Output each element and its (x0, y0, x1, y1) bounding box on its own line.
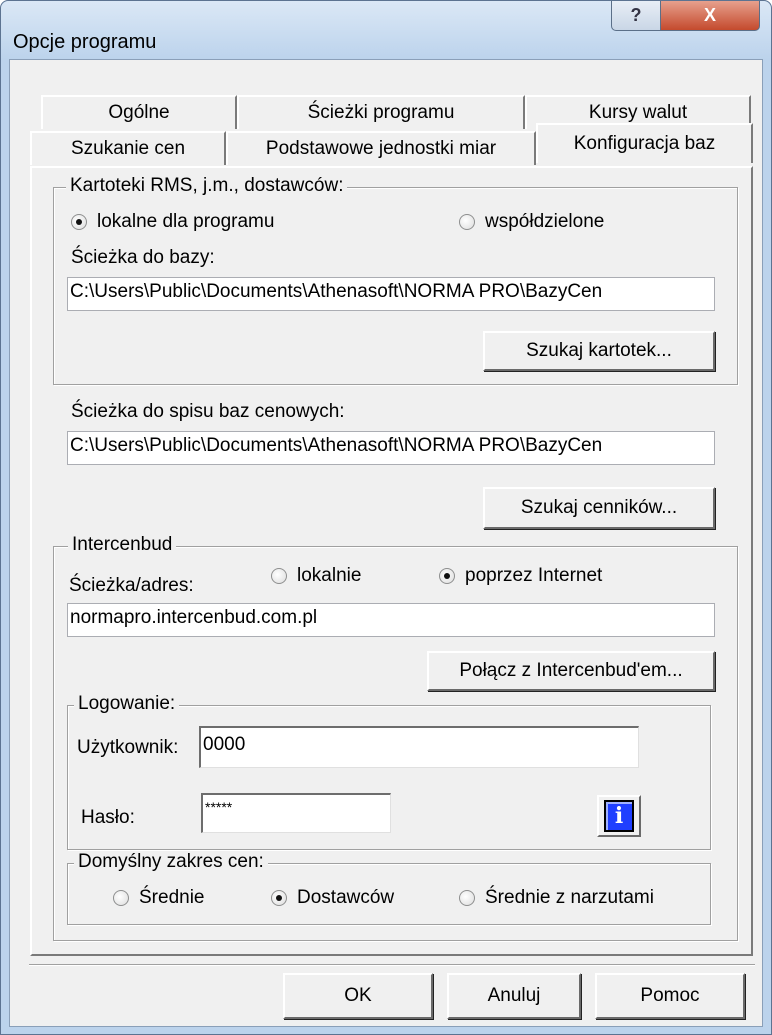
radio-dot (271, 890, 287, 906)
radio-label: Dostawców (297, 887, 395, 908)
intercenbud-legend: Intercenbud (68, 534, 177, 556)
spis-path-input[interactable]: C:\Users\Public\Documents\Athenasoft\NOR… (67, 431, 715, 465)
radio-dot (439, 568, 455, 584)
tab-label: Kursy walut (588, 102, 688, 123)
logowanie-legend: Logowanie: (74, 693, 180, 715)
kartoteki-legend: Kartoteki RMS, j.m., dostawców: (66, 175, 348, 197)
tab-szukanie-cen[interactable]: Szukanie cen (30, 131, 226, 165)
tab-label: Konfiguracja baz (573, 133, 716, 154)
radio-lokalne[interactable]: lokalne dla programu (71, 211, 274, 233)
radio-label: poprzez Internet (465, 565, 603, 586)
radio-wspoldzielone[interactable]: współdzielone (459, 211, 604, 233)
help-title-button[interactable]: ? (611, 1, 661, 31)
user-label: Użytkownik: (77, 737, 179, 758)
password-input[interactable]: ***** (201, 793, 391, 833)
close-icon: X (703, 5, 716, 25)
help-button[interactable]: Pomoc (595, 973, 745, 1019)
search-kartoteki-button[interactable]: Szukaj kartotek... (483, 331, 715, 371)
search-cenniki-button[interactable]: Szukaj cenników... (483, 487, 715, 529)
tab-label: Ścieżki programu (307, 102, 455, 123)
radio-label: lokalne dla programu (97, 211, 275, 232)
radio-label: współdzielone (485, 211, 605, 232)
radio-label: Średnie z narzutami (485, 887, 654, 908)
tab-sciezki-programu[interactable]: Ścieżki programu (237, 95, 525, 129)
kartoteki-path-input[interactable]: C:\Users\Public\Documents\Athenasoft\NOR… (67, 277, 715, 311)
spis-path-label: Ścieżka do spisu baz cenowych: (71, 401, 345, 422)
info-button[interactable]: i (597, 795, 641, 837)
cancel-button[interactable]: Anuluj (447, 973, 581, 1019)
radio-dot (71, 214, 87, 230)
ok-button[interactable]: OK (283, 973, 433, 1019)
tab-konfiguracja-baz[interactable]: Konfiguracja baz (536, 123, 753, 163)
connect-intercenbud-button[interactable]: Połącz z Intercenbud'em... (427, 651, 715, 691)
radio-dot (459, 214, 475, 230)
window-title: Opcje programu (13, 31, 157, 53)
tab-label: Ogólne (108, 102, 170, 123)
address-label: Ścieżka/adres: (69, 575, 194, 596)
zakres-legend: Domyślny zakres cen: (74, 851, 268, 873)
intercenbud-address-input[interactable]: normapro.intercenbud.com.pl (67, 603, 715, 637)
radio-poprzez-internet[interactable]: poprzez Internet (439, 565, 602, 587)
radio-dot (459, 890, 475, 906)
radio-dot (271, 568, 287, 584)
tab-label: Podstawowe jednostki miar (265, 138, 497, 159)
radio-srednie[interactable]: Średnie (113, 887, 205, 909)
radio-lokalnie[interactable]: lokalnie (271, 565, 361, 587)
title-bar[interactable]: Opcje programu ? X (1, 1, 771, 59)
options-dialog: Opcje programu ? X Ogólne Ścieżki progra… (0, 0, 772, 1035)
tab-ogolne[interactable]: Ogólne (41, 95, 237, 129)
radio-srednie-z-narzutami[interactable]: Średnie z narzutami (459, 887, 654, 909)
close-button[interactable]: X (660, 1, 760, 31)
tab-podstawowe-jednostki-miar[interactable]: Podstawowe jednostki miar (226, 131, 536, 165)
info-icon: i (604, 800, 634, 832)
radio-label: Średnie (139, 887, 205, 908)
divider (29, 964, 755, 966)
question-icon: ? (630, 5, 642, 25)
password-label: Hasło: (81, 807, 135, 828)
tab-label: Szukanie cen (70, 138, 186, 159)
user-input[interactable]: 0000 (199, 726, 639, 768)
radio-label: lokalnie (297, 565, 362, 586)
radio-dot (113, 890, 129, 906)
path-label: Ścieżka do bazy: (71, 247, 215, 268)
radio-dostawcow[interactable]: Dostawców (271, 887, 394, 909)
